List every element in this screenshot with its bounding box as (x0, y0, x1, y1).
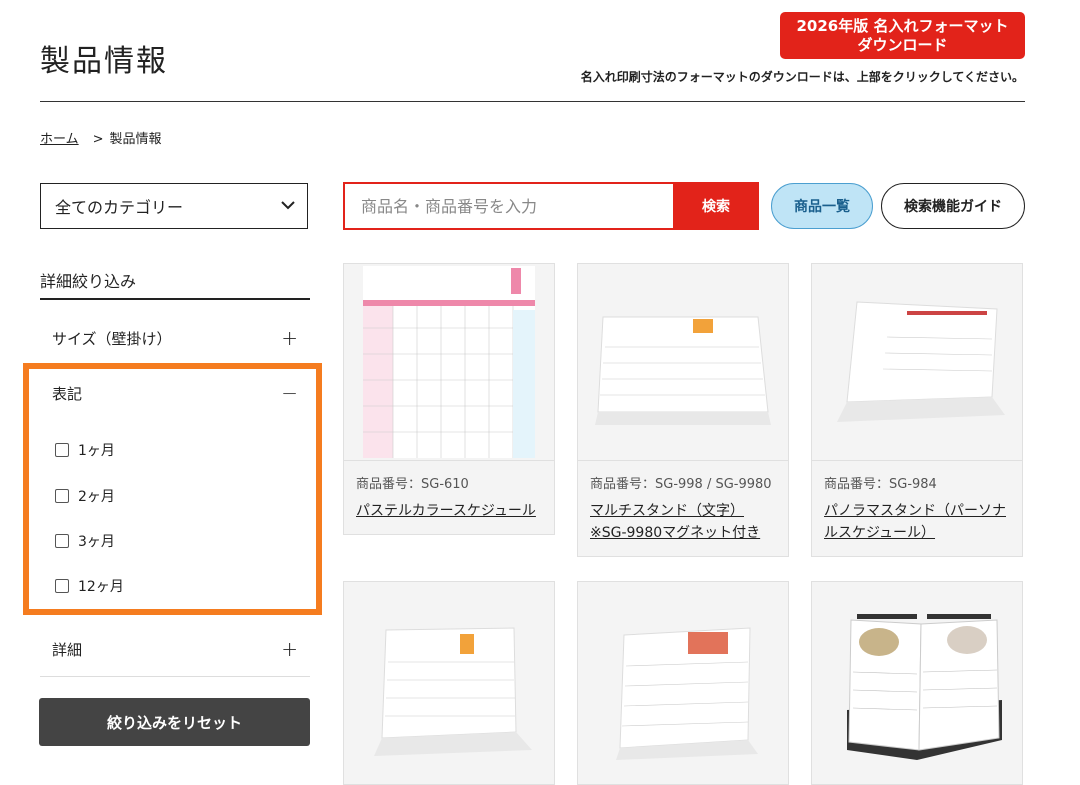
plus-icon: + (281, 637, 298, 661)
filter-heading: 詳細絞り込み (40, 272, 137, 291)
product-code: 商品番号：SG-610 (356, 477, 469, 492)
product-thumbnail[interactable] (578, 582, 788, 778)
filter-detail-toggle[interactable]: 詳細 + (40, 624, 310, 674)
calendar-image (374, 627, 532, 756)
search-guide-button[interactable]: 検索機能ガイド (881, 183, 1025, 229)
breadcrumb: ホーム > 製品情報 (40, 128, 162, 147)
filter-size-toggle[interactable]: サイズ（壁掛け） + (40, 313, 310, 363)
download-note: 名入れ印刷寸法のフォーマットのダウンロードは、上部をクリックしてください。 (580, 70, 1024, 84)
format-download-button[interactable]: 2026年版 名入れフォーマット ダウンロード (780, 12, 1025, 59)
category-select[interactable]: 全てのカテゴリー (40, 183, 308, 229)
product-card[interactable]: 商品番号：SG-610 パステルカラースケジュール (343, 263, 555, 535)
product-name-link[interactable]: マルチスタンド（文字） (590, 500, 776, 522)
product-card[interactable] (577, 581, 789, 785)
product-list-button[interactable]: 商品一覧 (771, 183, 873, 229)
breadcrumb-current: 製品情報 (109, 132, 162, 147)
product-thumbnail[interactable] (344, 582, 554, 778)
breadcrumb-home-link[interactable]: ホーム (40, 132, 79, 147)
search-input[interactable] (343, 182, 673, 230)
filter-divider (40, 676, 310, 677)
filter-detail-label: 詳細 (52, 640, 83, 659)
product-name-link-line2[interactable]: ルスケジュール） (824, 522, 1010, 544)
download-button-line1: 2026年版 名入れフォーマット (796, 16, 1009, 35)
product-card[interactable] (343, 581, 555, 785)
calendar-image (595, 316, 771, 425)
reset-filters-button[interactable]: 絞り込みをリセット (39, 698, 310, 746)
product-thumbnail[interactable] (578, 264, 788, 460)
product-thumbnail[interactable] (812, 582, 1022, 778)
product-thumbnail[interactable] (344, 264, 554, 460)
filter-heading-rule (40, 298, 310, 300)
header-divider (40, 101, 1025, 102)
calendar-image (837, 301, 1005, 422)
breadcrumb-separator: > (92, 132, 104, 147)
product-code: 商品番号：SG-998 / SG-9980 (590, 477, 772, 492)
product-thumbnail[interactable] (812, 264, 1022, 460)
calendar-image (847, 614, 1002, 760)
chevron-down-icon (281, 198, 295, 214)
calendar-image (363, 266, 535, 458)
download-button-line2: ダウンロード (857, 35, 948, 54)
calendar-image (616, 627, 758, 760)
plus-icon: + (281, 326, 298, 350)
product-card[interactable] (811, 581, 1023, 785)
product-name-link[interactable]: パノラマスタンド（パーソナ (824, 500, 1010, 522)
search-button[interactable]: 検索 (673, 182, 759, 230)
page-title: 製品情報 (40, 44, 168, 79)
search-bar: 検索 (343, 182, 759, 230)
filter-size-label: サイズ（壁掛け） (52, 329, 172, 348)
category-selected-value: 全てのカテゴリー (55, 198, 184, 217)
product-name-link-line2[interactable]: ※SG-9980マグネット付き (590, 522, 776, 544)
product-card[interactable]: 商品番号：SG-984 パノラマスタンド（パーソナ ルスケジュール） (811, 263, 1023, 557)
notation-filter-highlight (23, 363, 322, 615)
product-name-link[interactable]: パステルカラースケジュール (356, 500, 542, 522)
product-card[interactable]: 商品番号：SG-998 / SG-9980 マルチスタンド（文字） ※SG-99… (577, 263, 789, 557)
product-code: 商品番号：SG-984 (824, 477, 937, 492)
